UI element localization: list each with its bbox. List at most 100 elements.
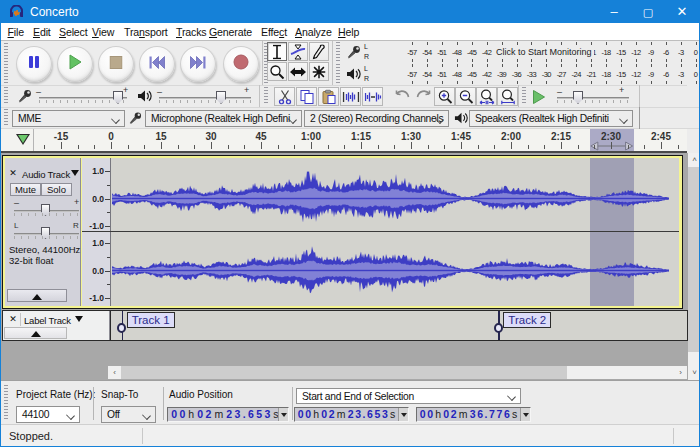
timefield-dropdown-icon[interactable] — [398, 408, 408, 421]
playback-device-dropdown[interactable]: Speakers (Realtek High Definiti — [469, 110, 633, 127]
label-1[interactable]: Track 1 — [127, 312, 175, 328]
label-track-canvas[interactable]: Track 1 Track 2 — [111, 311, 687, 340]
edit-toolbar-grip[interactable] — [264, 87, 269, 105]
scroll-left-arrow-icon[interactable]: ‹ — [108, 366, 121, 379]
trim-audio-button[interactable] — [340, 87, 361, 106]
recording-meter[interactable]: L R -57-54-51-48-45-42-39-36-33-30-27-24… — [342, 41, 700, 63]
menu-generate[interactable]: Generate — [209, 26, 252, 38]
menu-select[interactable]: Select — [59, 26, 88, 38]
minimize-button[interactable]: – — [597, 1, 631, 23]
meter-monitoring-hint[interactable]: Click to Start Monitoring — [494, 47, 594, 57]
redo-button[interactable] — [413, 87, 434, 106]
recording-device-dropdown[interactable]: Microphone (Realtek High Defini — [145, 110, 302, 127]
selection-end-field[interactable]: 00h02m36.776s — [416, 407, 531, 422]
vr-tick — [105, 271, 110, 272]
maximize-button[interactable]: ▢ — [631, 1, 665, 23]
track-title-dropdown[interactable]: Audio Track — [20, 167, 79, 180]
collapse-label-track-button[interactable] — [4, 327, 67, 339]
audio-position-field[interactable]: 00h02m23.653s — [167, 407, 289, 422]
pause-button[interactable] — [16, 46, 52, 82]
dgt: 3 — [381, 408, 388, 420]
menu-help[interactable]: Help — [338, 26, 359, 38]
collapse-track-button[interactable] — [7, 289, 67, 302]
rect — [325, 90, 330, 93]
scroll-up-arrow-icon[interactable]: ˄ — [688, 153, 700, 167]
unt: m — [335, 408, 347, 420]
waveform-canvas[interactable] — [111, 158, 679, 306]
scroll-right-arrow-icon[interactable]: › — [674, 366, 687, 379]
menu-file[interactable]: File — [8, 26, 24, 38]
menu-transport[interactable]: Transport — [124, 26, 168, 38]
vertical-ruler[interactable]: 1.00.0-1.01.00.0-1.0 — [82, 158, 111, 306]
menu-effect[interactable]: Effect — [261, 26, 287, 38]
timefield-dropdown-icon[interactable] — [278, 408, 288, 421]
skip-to-start-button[interactable] — [139, 46, 175, 82]
play-at-speed-button[interactable] — [529, 87, 548, 106]
meter-tick — [561, 59, 562, 62]
vertical-scrollbar[interactable]: ˄ ˅ — [688, 153, 700, 380]
horizontal-scrollbar[interactable]: ‹ › — [108, 366, 687, 379]
label-track-title-dropdown[interactable]: Label Track — [20, 313, 82, 326]
play-at-speed-grip[interactable] — [522, 87, 527, 105]
undo-button[interactable] — [391, 87, 412, 106]
device-toolbar-grip[interactable] — [4, 109, 9, 127]
ruler-tick — [211, 142, 212, 149]
title-bar[interactable]: Concerto – ▢ ✕ — [1, 1, 699, 23]
transport-toolbar-grip[interactable] — [4, 43, 9, 83]
multi-tool-button[interactable] — [309, 62, 329, 81]
selection-mode-dropdown[interactable]: Start and End of Selection — [296, 388, 521, 404]
span: elp — [346, 26, 360, 38]
ruler-tick — [394, 145, 395, 149]
selection-toolbar-grip[interactable] — [4, 385, 9, 421]
zoom-in-button[interactable] — [434, 87, 455, 106]
playback-meter-grip[interactable] — [336, 64, 341, 84]
label-2[interactable]: Track 2 — [503, 312, 551, 328]
selection-start-field[interactable]: 00h02m23.653s — [294, 407, 409, 422]
playback-meter[interactable]: L R -57-54-51-48-45-42-39-36-33-30-27-24… — [342, 63, 700, 85]
draw-tool-button[interactable] — [309, 42, 329, 61]
fit-project-button[interactable] — [497, 87, 518, 106]
timefield-dropdown-icon[interactable] — [520, 408, 530, 421]
recording-meter-grip[interactable] — [336, 42, 341, 62]
silence-audio-button[interactable] — [362, 87, 383, 106]
mixer-toolbar-grip[interactable] — [4, 87, 9, 105]
project-rate-dropdown[interactable]: 44100 — [16, 406, 80, 423]
label-marker-icon[interactable] — [494, 323, 503, 333]
label-track-close-button[interactable]: ✕ — [7, 313, 19, 326]
scroll-down-arrow-icon[interactable]: ˅ — [688, 366, 700, 380]
paste-button[interactable] — [318, 87, 339, 106]
timeshift-tool-button[interactable] — [288, 62, 308, 81]
envelope-tool-button[interactable] — [288, 42, 308, 61]
copy-button[interactable] — [296, 87, 317, 106]
menu-tracks[interactable]: Tracks — [176, 26, 207, 38]
stop-button[interactable] — [98, 46, 134, 82]
horizontal-scroll-thumb[interactable] — [121, 366, 567, 379]
timeline-label-15: 15 — [155, 131, 166, 142]
playhead-pin-icon[interactable] — [16, 134, 30, 145]
snap-to-dropdown[interactable]: Off — [101, 406, 156, 423]
ruler-tick — [494, 145, 495, 149]
solo-button[interactable]: Solo — [41, 183, 72, 196]
meter-tick — [531, 64, 532, 67]
pin-playhead-box[interactable] — [1, 129, 34, 151]
timeline-ruler[interactable]: -1501530451:001:151:301:452:002:152:302:… — [1, 129, 687, 153]
mute-button[interactable]: Mute — [10, 183, 41, 196]
zoom-tool-button[interactable] — [267, 62, 287, 81]
skip-to-end-button[interactable] — [180, 46, 216, 82]
close-button[interactable]: ✕ — [665, 1, 699, 23]
menu-edit[interactable]: Edit — [33, 26, 51, 38]
menu-analyze[interactable]: Analyze — [295, 26, 332, 38]
selection-tool-button[interactable] — [267, 42, 287, 61]
fit-selection-button[interactable] — [476, 87, 497, 106]
audio-host-dropdown[interactable]: MME — [12, 110, 125, 127]
record-button[interactable] — [223, 46, 259, 82]
play-button[interactable] — [57, 46, 93, 82]
vertical-scroll-thumb[interactable] — [688, 167, 700, 352]
label-marker-icon[interactable] — [117, 323, 126, 333]
track-close-button[interactable]: ✕ — [7, 167, 19, 180]
cut-button[interactable] — [274, 87, 295, 106]
meter-tick — [442, 59, 443, 62]
menu-view[interactable]: View — [92, 26, 114, 38]
zoom-out-button[interactable] — [455, 87, 476, 106]
recording-channels-dropdown[interactable]: 2 (Stereo) Recording Channels — [304, 110, 449, 127]
